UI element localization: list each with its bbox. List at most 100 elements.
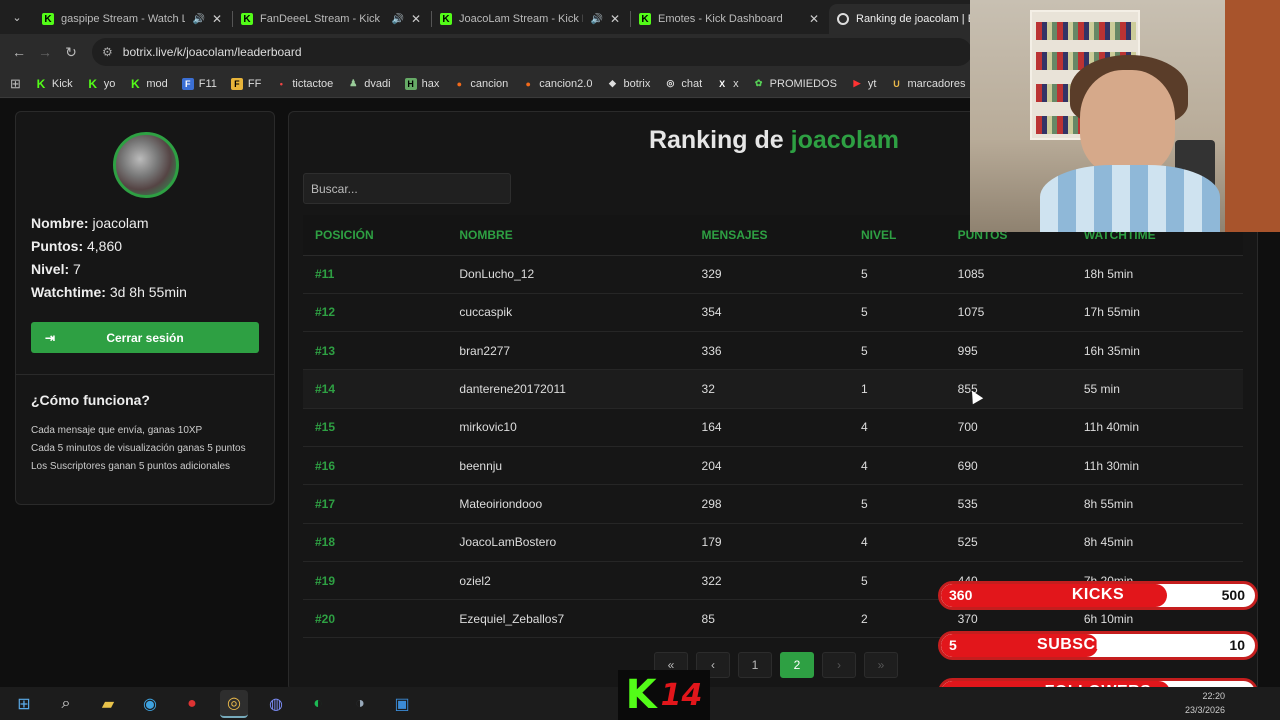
windows-start-icon[interactable]: ⊞ bbox=[10, 690, 38, 718]
bookmark-f11[interactable]: F F11 bbox=[181, 77, 217, 90]
search-icon[interactable]: ⌕ bbox=[52, 690, 80, 718]
how-item: Los Suscriptores ganan 5 puntos adiciona… bbox=[31, 461, 231, 472]
site-info-icon[interactable]: ⚙ bbox=[102, 45, 113, 59]
sign-out-icon: ⇥ bbox=[45, 330, 56, 345]
close-tab-icon[interactable]: ✕ bbox=[411, 12, 421, 26]
apps-icon[interactable]: ⊞ bbox=[10, 76, 21, 92]
chrome-icon[interactable]: ◎ bbox=[220, 689, 248, 718]
bookmark-label: F11 bbox=[198, 77, 217, 90]
goal-label: SUBSCRIBERS bbox=[1037, 636, 1159, 653]
orange-icon: ● bbox=[525, 78, 531, 89]
file-explorer-icon[interactable]: ▰ bbox=[94, 690, 122, 718]
puntos-value: 4,860 bbox=[87, 238, 123, 254]
spotify-icon[interactable]: ◐ bbox=[304, 690, 332, 718]
f11-icon: F bbox=[181, 77, 194, 90]
last-page-button[interactable]: » bbox=[864, 652, 898, 678]
bookmark-dvadi[interactable]: ♟ dvadi bbox=[347, 78, 390, 90]
logout-button[interactable]: ⇥ Cerrar sesión bbox=[31, 322, 259, 353]
address-bar[interactable]: ⚙ botrix.live/k/joacolam/leaderboard bbox=[92, 38, 972, 66]
table-cell: 700 bbox=[945, 408, 1072, 447]
table-cell: mirkovic10 bbox=[447, 408, 690, 447]
reload-icon[interactable]: ↻ bbox=[60, 41, 82, 63]
close-tab-icon[interactable]: ✕ bbox=[610, 12, 620, 26]
profile-card: Nombre: joacolam Puntos: 4,860 Nivel: 7 … bbox=[15, 111, 275, 505]
leaderboard-table: POSICIÓN NOMBRE MENSAJES NIVEL PUNTOS WATCHTI… bbox=[303, 215, 1243, 639]
steam-icon[interactable]: ◑ bbox=[346, 690, 374, 718]
bookmark-tictactoe[interactable]: • tictactoe bbox=[275, 78, 334, 90]
discord-icon[interactable]: ◍ bbox=[262, 690, 290, 718]
tab-title: gaspipe Stream - Watch Live bbox=[61, 13, 186, 25]
edge-icon[interactable]: ◉ bbox=[136, 690, 164, 718]
table-cell: 1085 bbox=[945, 255, 1072, 294]
bookmark-label: Kick bbox=[51, 77, 73, 90]
promiedos-icon: ✿ bbox=[754, 78, 763, 88]
bookmark-label: hax bbox=[421, 77, 440, 90]
profile-info: Nombre: joacolam Puntos: 4,860 Nivel: 7 … bbox=[31, 212, 187, 304]
column-header: NOMBRE bbox=[447, 215, 690, 256]
speaker-icon[interactable]: 🔊 bbox=[192, 14, 204, 25]
how-list: Cada mensaje que envía, ganas 10XP Cada … bbox=[31, 422, 246, 476]
table-cell: 5 bbox=[848, 331, 946, 371]
table-row: #16 beennju 204 4 690 11h 30min bbox=[303, 446, 1243, 486]
bookmark-yt[interactable]: ▶ yt bbox=[851, 78, 876, 90]
bookmark-yo[interactable]: Kyo bbox=[87, 76, 115, 91]
table-cell: bran2277 bbox=[447, 331, 690, 371]
bookmark-cancion[interactable]: ● cancion bbox=[453, 78, 509, 90]
how-item: Cada 5 minutos de visualización ganas 5 … bbox=[31, 443, 246, 454]
bookmark-marcadores[interactable]: Umarcadores bbox=[890, 78, 965, 90]
dvadi-icon: ♟ bbox=[349, 78, 358, 88]
table-cell: 5 bbox=[848, 255, 946, 294]
divider bbox=[16, 374, 274, 375]
ff-icon: F bbox=[230, 77, 243, 90]
bookmark-ff[interactable]: F FF bbox=[230, 77, 262, 90]
browser-tab[interactable]: K FanDeeeL Stream - Kick Dashboard 🔊 ✕ bbox=[233, 4, 431, 34]
bookmark-chat[interactable]: ◎ chat bbox=[664, 78, 702, 90]
table-cell: 11h 30min bbox=[1071, 446, 1243, 486]
u-icon: U bbox=[893, 78, 900, 89]
bookmark-x[interactable]: Xx bbox=[716, 78, 739, 90]
bookmark-cancion2-0[interactable]: ● cancion2.0 bbox=[522, 78, 593, 90]
bookmark-botrix[interactable]: ◆ botrix bbox=[606, 78, 650, 90]
table-row: #18 JoacoLamBostero 179 4 525 8h 45min bbox=[303, 523, 1243, 562]
close-tab-icon[interactable]: ✕ bbox=[809, 12, 819, 26]
store-icon[interactable]: ▣ bbox=[388, 690, 416, 718]
bookmark-label: marcadores bbox=[907, 77, 966, 90]
search-input[interactable] bbox=[303, 173, 511, 204]
table-row: #13 bran2277 336 5 995 16h 35min bbox=[303, 331, 1243, 371]
table-cell: 2 bbox=[848, 599, 946, 639]
table-cell: 17h 55min bbox=[1071, 293, 1243, 333]
bookmark-label: FF bbox=[247, 77, 262, 90]
kick-favicon-icon: K bbox=[639, 13, 651, 25]
forward-icon[interactable]: → bbox=[34, 41, 56, 63]
next-page-button[interactable]: › bbox=[822, 652, 856, 678]
bookmark-promiedos[interactable]: ✿ PROMIEDOS bbox=[753, 78, 837, 90]
table-cell: 179 bbox=[689, 523, 849, 562]
page-1-button[interactable]: 1 bbox=[738, 652, 772, 678]
app-icon[interactable]: ● bbox=[178, 690, 206, 718]
nombre-value: joacolam bbox=[92, 215, 149, 231]
table-cell: #19 bbox=[303, 561, 448, 601]
table-cell: cuccaspik bbox=[447, 293, 690, 333]
table-row: #11 DonLucho_12 329 5 1085 18h 5min bbox=[303, 255, 1243, 294]
bookmark-mod[interactable]: Kmod bbox=[129, 77, 168, 91]
page-2-button[interactable]: 2 bbox=[780, 652, 814, 678]
title-prefix: Ranking de bbox=[648, 126, 784, 154]
speaker-icon[interactable]: 🔊 bbox=[391, 14, 403, 25]
bookmark-kick[interactable]: K Kick bbox=[35, 77, 73, 91]
browser-tab[interactable]: K JoacoLam Stream - Kick Dashboard 🔊 ✕ bbox=[432, 4, 630, 34]
bookmark-label: botrix bbox=[623, 77, 651, 90]
goal-counter-subscribers: 5 SUBSCRIBERS 10 bbox=[938, 631, 1258, 660]
kick-icon: K bbox=[88, 76, 98, 91]
browser-tab[interactable]: K Emotes - Kick Dashboard ✕ bbox=[631, 4, 829, 34]
tab-search-icon[interactable]: ⌄ bbox=[0, 0, 34, 34]
openai-icon: ◎ bbox=[666, 78, 675, 88]
bookmark-hax[interactable]: Hhax bbox=[404, 77, 440, 90]
browser-tab[interactable]: Kgaspipe Stream - Watch Live 🔊 ✕ bbox=[34, 4, 232, 34]
back-icon[interactable]: ← bbox=[8, 41, 30, 63]
table-cell: 85 bbox=[689, 599, 849, 639]
speaker-icon[interactable]: 🔊 bbox=[590, 14, 602, 25]
table-cell: 4 bbox=[848, 408, 946, 447]
clock-date: 23/3/2026 bbox=[1184, 705, 1225, 715]
tab-title: Emotes - Kick Dashboard bbox=[658, 13, 783, 25]
close-tab-icon[interactable]: ✕ bbox=[212, 12, 222, 26]
